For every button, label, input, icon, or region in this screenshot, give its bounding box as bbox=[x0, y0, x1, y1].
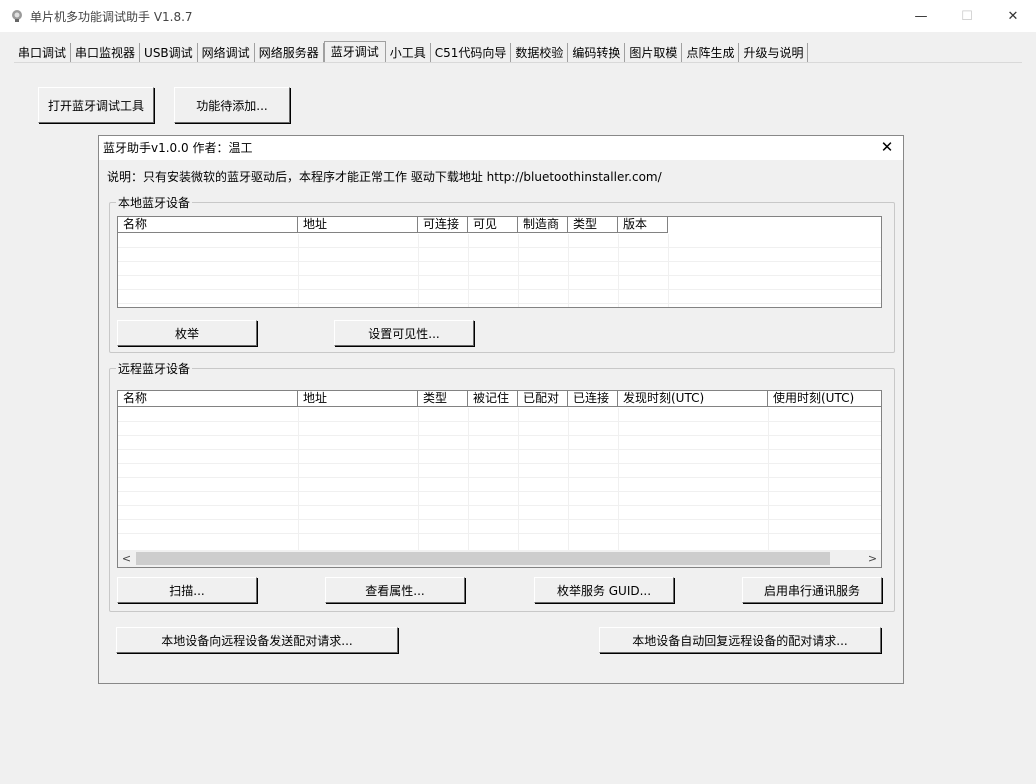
tab-network-server[interactable]: 网络服务器 bbox=[255, 43, 324, 63]
column-header[interactable]: 版本 bbox=[618, 217, 668, 233]
column-header[interactable]: 发现时刻(UTC) bbox=[618, 391, 768, 407]
local-group-label: 本地蓝牙设备 bbox=[116, 194, 193, 211]
send-pair-request-button[interactable]: 本地设备向远程设备发送配对请求... bbox=[116, 627, 398, 653]
remote-device-list[interactable]: 名称 地址 类型 被记住 已配对 已连接 发现时刻(UTC) 使用时刻(UTC) bbox=[117, 390, 882, 568]
column-header[interactable]: 已配对 bbox=[518, 391, 568, 407]
bluetooth-assistant-dialog: 蓝牙助手v1.0.0 作者：温工 ✕ 说明：只有安装微软的蓝牙驱动后，本程序才能… bbox=[98, 135, 904, 684]
local-bluetooth-group: 本地蓝牙设备 名称 地址 可连接 可见 制造商 类型 版本 枚举 设置可见性..… bbox=[109, 194, 895, 353]
tab-upgrade-info[interactable]: 升级与说明 bbox=[739, 43, 809, 63]
scan-button[interactable]: 扫描... bbox=[117, 577, 257, 603]
maximize-button[interactable]: ☐ bbox=[944, 0, 990, 32]
remote-list-hscrollbar[interactable]: < > bbox=[118, 550, 881, 567]
view-properties-button[interactable]: 查看属性... bbox=[325, 577, 465, 603]
column-header[interactable]: 可连接 bbox=[418, 217, 468, 233]
scroll-right-icon[interactable]: > bbox=[864, 550, 881, 567]
set-visibility-button[interactable]: 设置可见性... bbox=[334, 320, 474, 346]
tab-small-tools[interactable]: 小工具 bbox=[386, 43, 431, 63]
title-bar: 单片机多功能调试助手 V1.8.7 — ☐ ✕ bbox=[0, 0, 1036, 32]
pending-feature-button[interactable]: 功能待添加... bbox=[174, 87, 290, 123]
tab-serial-debug[interactable]: 串口调试 bbox=[14, 43, 72, 63]
column-header[interactable]: 已连接 bbox=[568, 391, 618, 407]
enumerate-button[interactable]: 枚举 bbox=[117, 320, 257, 346]
scrollbar-thumb[interactable] bbox=[136, 552, 830, 565]
dialog-close-icon[interactable]: ✕ bbox=[879, 139, 895, 155]
local-list-header: 名称 地址 可连接 可见 制造商 类型 版本 bbox=[118, 217, 668, 233]
close-button[interactable]: ✕ bbox=[990, 0, 1036, 32]
tab-c51-wizard[interactable]: C51代码向导 bbox=[431, 43, 512, 63]
tab-encoding-convert[interactable]: 编码转换 bbox=[568, 43, 626, 63]
column-header[interactable]: 使用时刻(UTC) bbox=[768, 391, 881, 407]
tab-dot-matrix[interactable]: 点阵生成 bbox=[682, 43, 740, 63]
enable-serial-service-button[interactable]: 启用串行通讯服务 bbox=[742, 577, 882, 603]
local-list-body bbox=[118, 234, 881, 307]
tab-usb-debug[interactable]: USB调试 bbox=[140, 43, 198, 63]
main-tabs: 串口调试 串口监视器 USB调试 网络调试 网络服务器 蓝牙调试 小工具 C51… bbox=[14, 41, 809, 63]
app-icon bbox=[12, 10, 22, 22]
column-header[interactable]: 可见 bbox=[468, 217, 518, 233]
column-header[interactable]: 地址 bbox=[298, 217, 418, 233]
driver-note: 说明：只有安装微软的蓝牙驱动后，本程序才能正常工作 驱动下载地址 http://… bbox=[107, 170, 662, 184]
column-header[interactable]: 制造商 bbox=[518, 217, 568, 233]
enumerate-services-button[interactable]: 枚举服务 GUID... bbox=[534, 577, 674, 603]
scroll-left-icon[interactable]: < bbox=[118, 550, 135, 567]
tab-network-debug[interactable]: 网络调试 bbox=[198, 43, 255, 63]
remote-bluetooth-group: 远程蓝牙设备 名称 地址 类型 被记住 已配对 已连接 发现时刻(UTC) 使用… bbox=[109, 360, 895, 612]
remote-group-label: 远程蓝牙设备 bbox=[116, 360, 193, 377]
column-header[interactable]: 名称 bbox=[118, 391, 298, 407]
auto-reply-pair-button[interactable]: 本地设备自动回复远程设备的配对请求... bbox=[599, 627, 881, 653]
column-header[interactable]: 被记住 bbox=[468, 391, 518, 407]
open-bluetooth-tool-button[interactable]: 打开蓝牙调试工具 bbox=[38, 87, 154, 123]
remote-list-body bbox=[118, 408, 881, 550]
column-header[interactable]: 名称 bbox=[118, 217, 298, 233]
window-title: 单片机多功能调试助手 V1.8.7 bbox=[30, 10, 193, 24]
column-header[interactable]: 类型 bbox=[568, 217, 618, 233]
tab-serial-monitor[interactable]: 串口监视器 bbox=[71, 43, 141, 63]
remote-list-header: 名称 地址 类型 被记住 已配对 已连接 发现时刻(UTC) 使用时刻(UTC) bbox=[118, 391, 881, 407]
tab-bluetooth-debug[interactable]: 蓝牙调试 bbox=[323, 41, 386, 63]
column-header[interactable]: 地址 bbox=[298, 391, 418, 407]
tab-panel-border bbox=[14, 62, 1022, 63]
column-header[interactable]: 类型 bbox=[418, 391, 468, 407]
tab-data-checksum[interactable]: 数据校验 bbox=[511, 43, 569, 63]
minimize-button[interactable]: — bbox=[898, 0, 944, 32]
dialog-title: 蓝牙助手v1.0.0 作者：温工 bbox=[99, 136, 903, 160]
tab-image-modulo[interactable]: 图片取模 bbox=[625, 43, 683, 63]
local-device-list[interactable]: 名称 地址 可连接 可见 制造商 类型 版本 bbox=[117, 216, 882, 308]
